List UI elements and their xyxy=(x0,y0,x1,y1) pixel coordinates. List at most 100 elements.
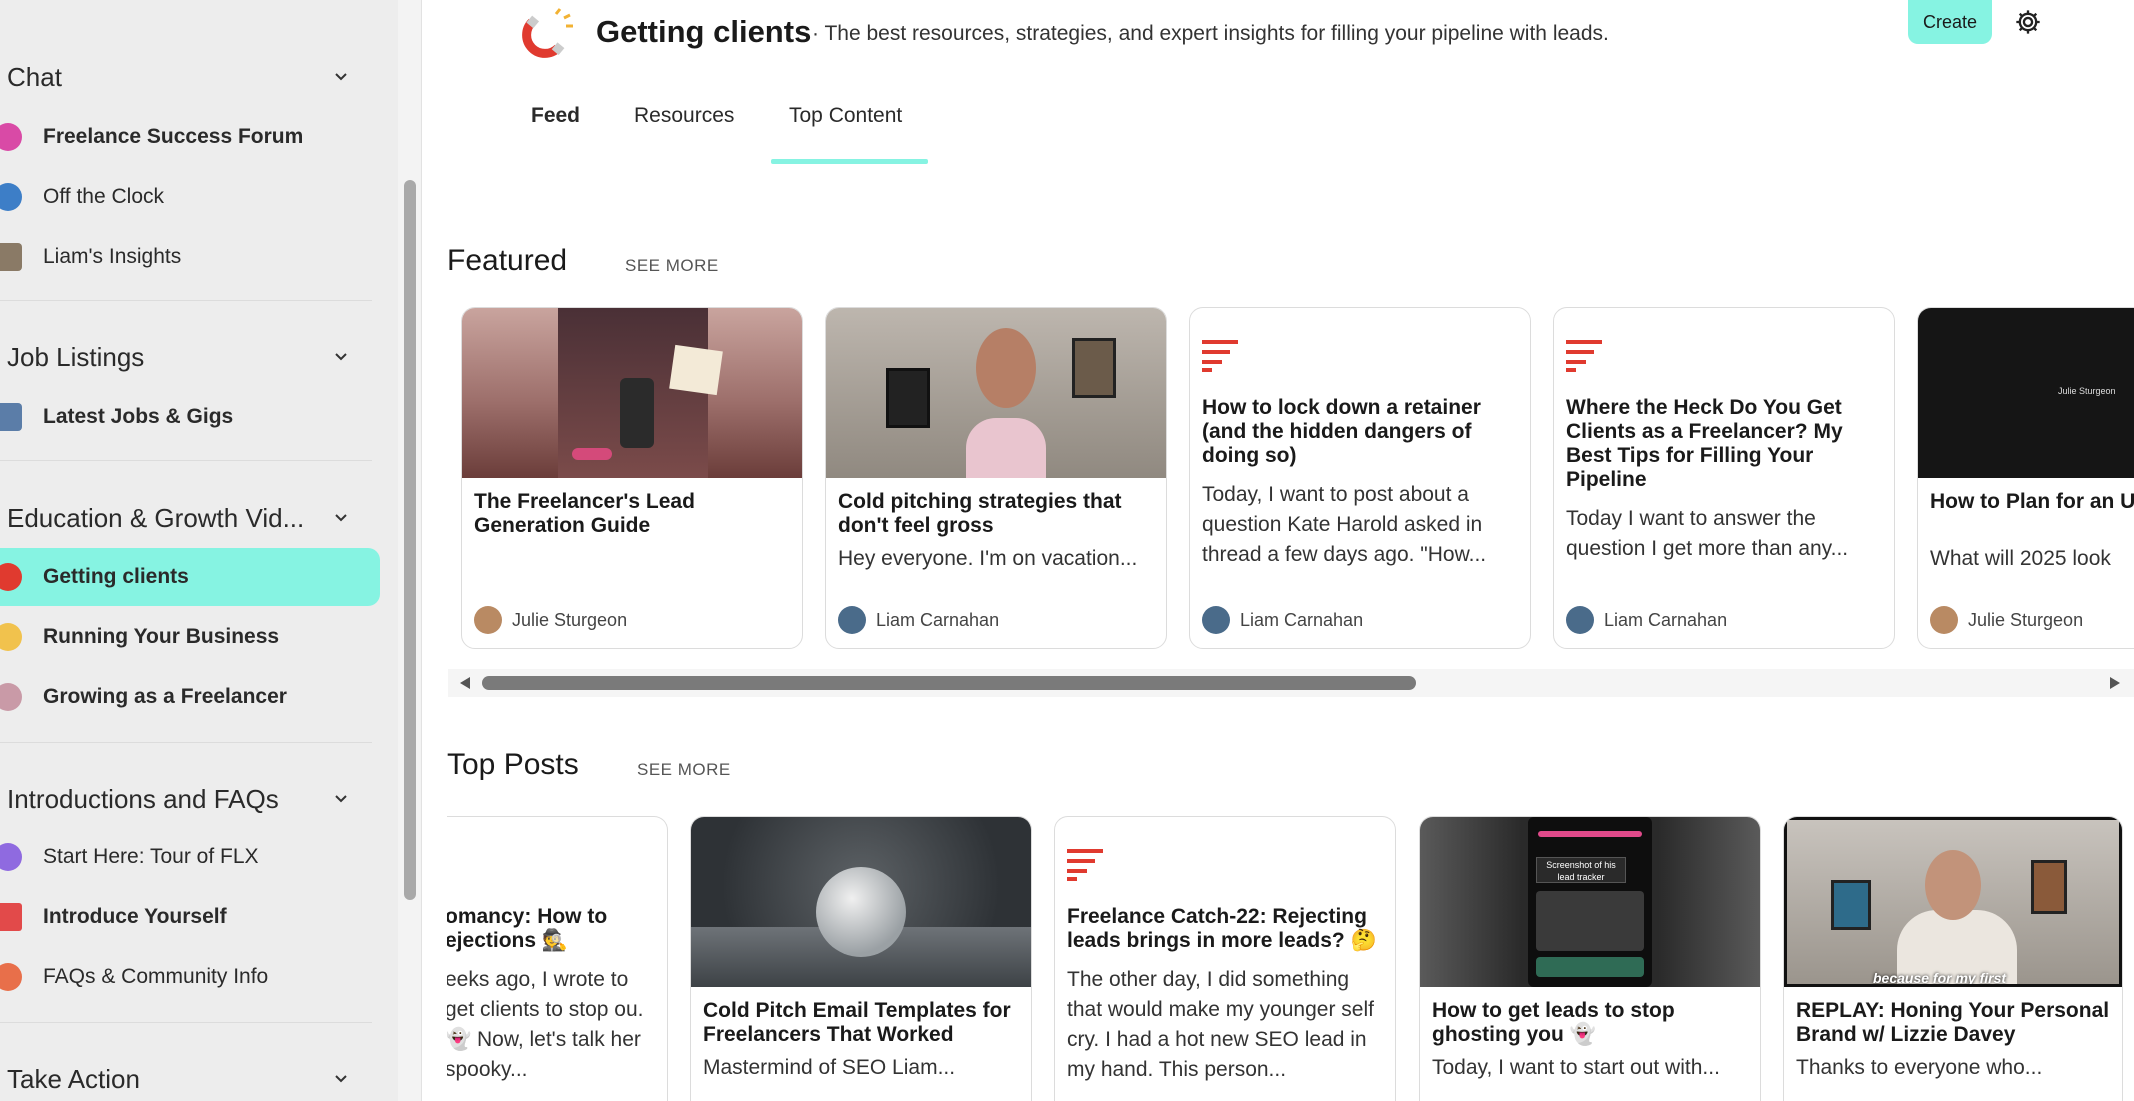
top-post-card[interactable]: Cold Pitch Email Templates for Freelance… xyxy=(690,816,1032,1101)
top-post-card[interactable]: omancy: How to ejections 🕵 eeks ago, I w… xyxy=(447,816,668,1101)
author-name: Julie Sturgeon xyxy=(512,609,628,630)
magnet-icon xyxy=(522,8,573,58)
screenshot-label: Screenshot of his lead tracker xyxy=(1536,857,1626,883)
featured-see-more-link[interactable]: SEE MORE xyxy=(625,256,719,276)
person-photo-icon xyxy=(0,243,22,271)
phone-screenshot: Screenshot of his lead tracker xyxy=(1420,817,1760,987)
sidebar: Chat Freelance Success Forum Off the Clo… xyxy=(0,0,398,1101)
card-author: Julie Sturgeon xyxy=(1930,606,2083,634)
card-snippet: Hey everyone. I'm on vacation... xyxy=(838,547,1138,570)
avatar xyxy=(1566,606,1594,634)
card-title: Freelance Catch-22: Rejecting leads brin… xyxy=(1067,905,1377,952)
post-lines-icon xyxy=(1202,340,1238,372)
sidebar-item-running-your-business[interactable]: Running Your Business xyxy=(0,608,380,666)
post-lines-icon xyxy=(1067,849,1103,881)
tab-feed[interactable]: Feed xyxy=(531,104,580,128)
frozen-bubble-image xyxy=(691,817,1031,987)
chevron-down-icon[interactable] xyxy=(328,63,354,89)
chevron-down-icon[interactable] xyxy=(328,343,354,369)
featured-card[interactable]: How to lock down a retainer (and the hid… xyxy=(1189,307,1531,649)
post-lines-icon xyxy=(1566,340,1602,372)
tree-icon xyxy=(0,683,22,711)
section-header-job-listings[interactable]: Job Listings xyxy=(7,342,144,373)
sidebar-item-getting-clients[interactable]: Getting clients xyxy=(0,548,380,606)
sidebar-item-label: Running Your Business xyxy=(43,625,280,648)
computer-icon xyxy=(0,403,22,431)
card-snippet: Today, I want to start out with... xyxy=(1432,1056,1720,1079)
dark-video: Julie Sturgeon xyxy=(1918,308,2134,478)
chat-bubble-icon xyxy=(0,123,22,151)
avatar xyxy=(474,606,502,634)
sidebar-item-label: Freelance Success Forum xyxy=(43,125,304,148)
chevron-down-icon[interactable] xyxy=(328,504,354,530)
scroll-left-arrow-icon[interactable] xyxy=(458,675,472,691)
sidebar-item-label: Introduce Yourself xyxy=(43,905,227,928)
top-posts-see-more-link[interactable]: SEE MORE xyxy=(637,760,731,780)
card-snippet: Today I want to answer the question I ge… xyxy=(1566,507,1849,560)
card-title: How to Plan for an U Future xyxy=(1930,490,2134,513)
scroll-right-arrow-icon[interactable] xyxy=(2108,675,2122,691)
author-name: Julie Sturgeon xyxy=(1968,609,2084,630)
globe-icon xyxy=(0,843,22,871)
gear-icon[interactable] xyxy=(2014,8,2042,36)
page-description: · The best resources, strategies, and ex… xyxy=(812,22,1609,45)
sidebar-item-start-here[interactable]: Start Here: Tour of FLX xyxy=(0,828,380,886)
video-thumbnail xyxy=(826,308,1166,478)
card-title: REPLAY: Honing Your Personal Brand w/ Li… xyxy=(1796,999,2110,1046)
card-author: Julie Sturgeon xyxy=(474,606,627,634)
top-post-card[interactable]: Freelance Catch-22: Rejecting leads brin… xyxy=(1054,816,1396,1101)
sidebar-item-label: Growing as a Freelancer xyxy=(43,685,287,708)
card-title: Cold Pitch Email Templates for Freelance… xyxy=(703,999,1011,1046)
card-snippet: The other day, I did something that woul… xyxy=(1067,968,1374,1081)
sidebar-item-off-the-clock[interactable]: Off the Clock xyxy=(0,168,380,226)
chevron-down-icon[interactable] xyxy=(328,785,354,811)
ideas-icon xyxy=(0,623,22,651)
tab-resources[interactable]: Resources xyxy=(634,104,734,128)
page-title: Getting clients xyxy=(596,14,812,49)
info-icon xyxy=(0,963,22,991)
section-title-top-posts: Top Posts xyxy=(447,748,579,781)
sidebar-item-label: Liam's Insights xyxy=(43,245,182,268)
sidebar-item-freelance-success-forum[interactable]: Freelance Success Forum xyxy=(0,108,380,166)
magnet-icon xyxy=(0,563,22,591)
sidebar-item-label: Start Here: Tour of FLX xyxy=(43,845,259,868)
section-header-take-action[interactable]: Take Action xyxy=(7,1064,140,1095)
sidebar-item-label: Getting clients xyxy=(43,565,189,588)
create-button[interactable]: Create xyxy=(1908,0,1992,44)
nametag-icon xyxy=(0,903,22,931)
author-name: Liam Carnahan xyxy=(1240,609,1364,630)
section-header-chat[interactable]: Chat xyxy=(7,62,62,93)
featured-scrollbar-thumb[interactable] xyxy=(482,676,1416,690)
chevron-down-icon[interactable] xyxy=(328,1065,354,1091)
top-post-card[interactable]: because for my first REPLAY: Honing Your… xyxy=(1783,816,2123,1101)
card-snippet: What will 2025 look xyxy=(1930,547,2111,570)
divider xyxy=(0,742,372,743)
section-header-education[interactable]: Education & Growth Vid... xyxy=(7,503,304,534)
featured-card[interactable]: The Freelancer's Lead Generation Guide J… xyxy=(461,307,803,649)
sidebar-item-introduce-yourself[interactable]: Introduce Yourself xyxy=(0,888,380,946)
sidebar-scrollbar-thumb[interactable] xyxy=(404,180,416,900)
top-post-card[interactable]: Screenshot of his lead tracker How to ge… xyxy=(1419,816,1761,1101)
divider xyxy=(0,1022,372,1023)
sidebar-item-latest-jobs[interactable]: Latest Jobs & Gigs xyxy=(0,388,380,446)
tab-top-content[interactable]: Top Content xyxy=(789,104,902,128)
featured-card[interactable]: Where the Heck Do You Get Clients as a F… xyxy=(1553,307,1895,649)
sidebar-item-growing-as-a-freelancer[interactable]: Growing as a Freelancer xyxy=(0,668,380,726)
card-title: How to lock down a retainer (and the hid… xyxy=(1202,396,1481,467)
section-header-introductions[interactable]: Introductions and FAQs xyxy=(7,784,279,815)
active-tab-indicator xyxy=(771,159,928,164)
featured-card[interactable]: Julie Sturgeon How to Plan for an U Futu… xyxy=(1917,307,2134,649)
featured-card[interactable]: Cold pitching strategies that don't feel… xyxy=(825,307,1167,649)
card-snippet: eeks ago, I wrote to get clients to stop… xyxy=(447,968,644,1081)
sidebar-item-label: FAQs & Community Info xyxy=(43,965,269,988)
card-title: Where the Heck Do You Get Clients as a F… xyxy=(1566,396,1843,491)
section-title-featured: Featured xyxy=(447,244,568,277)
video-thumbnail: because for my first xyxy=(1784,817,2122,987)
sidebar-item-faqs[interactable]: FAQs & Community Info xyxy=(0,948,380,1006)
card-snippet: Today, I want to post about a question K… xyxy=(1202,483,1487,566)
sidebar-item-liams-insights[interactable]: Liam's Insights xyxy=(0,228,380,286)
divider xyxy=(0,300,372,301)
avatar xyxy=(1202,606,1230,634)
author-name: Liam Carnahan xyxy=(876,609,1000,630)
card-author: Liam Carnahan xyxy=(1566,606,1727,634)
